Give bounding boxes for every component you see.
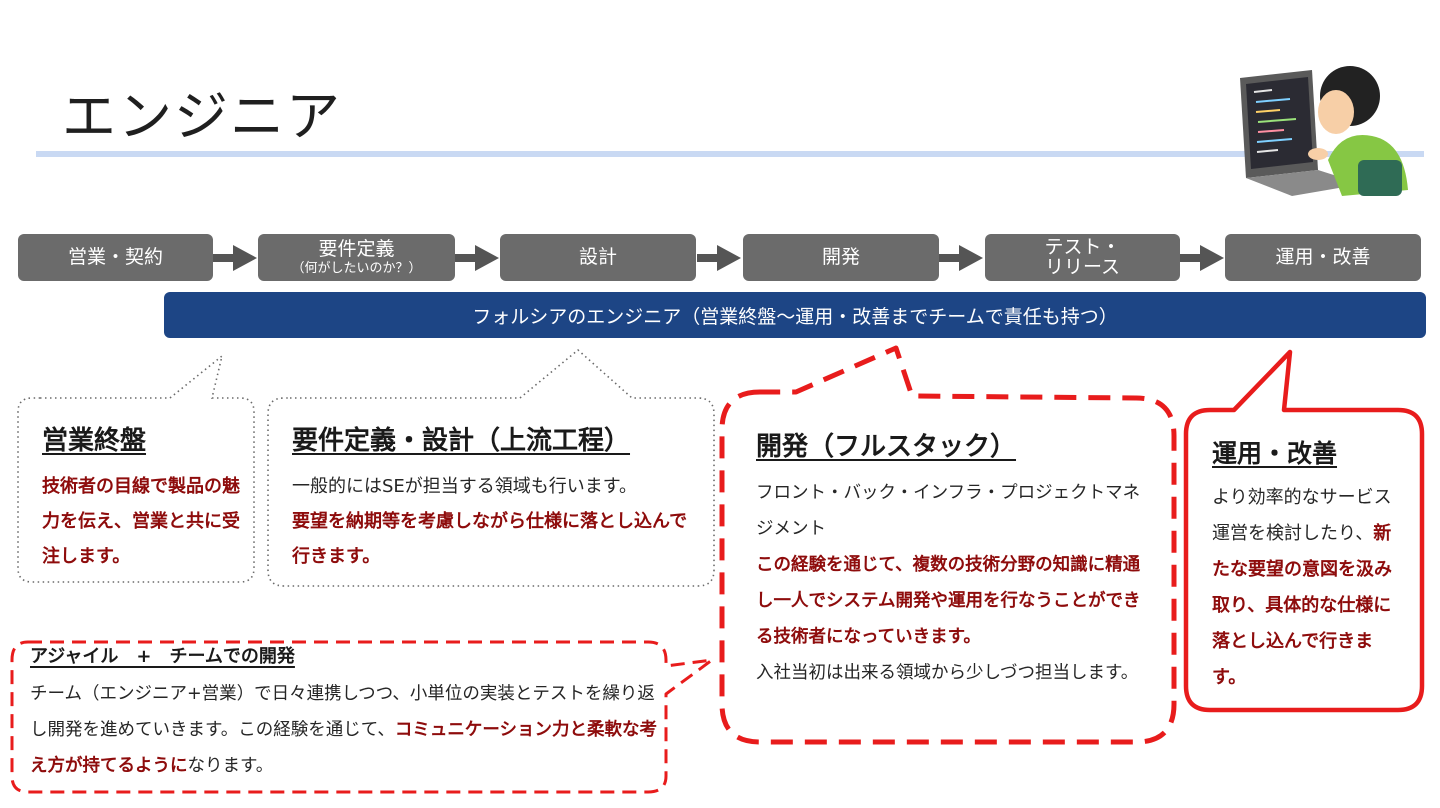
requirements-callout-highlight: 要望を納期等を考慮しながら仕様に落とし込んで行きます。 [292,511,688,567]
requirements-callout: 要件定義・設計（上流工程） 一般的にはSEが担当する領域も行います。 要望を納期… [292,420,692,574]
operations-callout: 運用・改善 より効率的なサービス運営を検討したり、新たな要望の意図を汲み取り、具… [1212,434,1402,696]
agile-callout-title: アジャイル + チームでの開発 [30,646,295,667]
agile-callout: アジャイル + チームでの開発 チーム（エンジニア+営業）で日々連携しつつ、小単… [30,642,660,784]
sales-callout-title: 営業終盤 [42,426,147,456]
development-callout-highlight: この経験を通じて、複数の技術分野の知識に精通し一人でシステム開発や運用を行なうこ… [756,555,1141,647]
operations-callout-highlight: 新たな要望の意図を汲み取り、具体的な仕様に落とし込んで行きます。 [1212,523,1392,688]
development-callout-body: フロント・バック・インフラ・プロジェクトマネジメント [756,483,1141,539]
operations-callout-title: 運用・改善 [1212,439,1338,468]
agile-callout-body-end: なります。 [187,756,274,776]
requirements-callout-title: 要件定義・設計（上流工程） [292,426,631,456]
development-callout-title: 開発（フルスタック） [756,432,1017,462]
requirements-callout-body: 一般的にはSEが担当する領域も行います。 [292,476,637,497]
sales-callout-body: 技術者の目線で製品の魅力を伝え、営業と共に受注します。 [42,476,240,567]
development-callout: 開発（フルスタック） フロント・バック・インフラ・プロジェクトマネジメント この… [756,426,1156,691]
development-callout-note: 入社当初は出来る領域から少しづつ担当します。 [756,663,1139,683]
sales-callout: 営業終盤 技術者の目線で製品の魅力を伝え、営業と共に受注します。 [42,420,242,574]
operations-callout-body: より効率的なサービス運営を検討したり、 [1212,487,1392,544]
